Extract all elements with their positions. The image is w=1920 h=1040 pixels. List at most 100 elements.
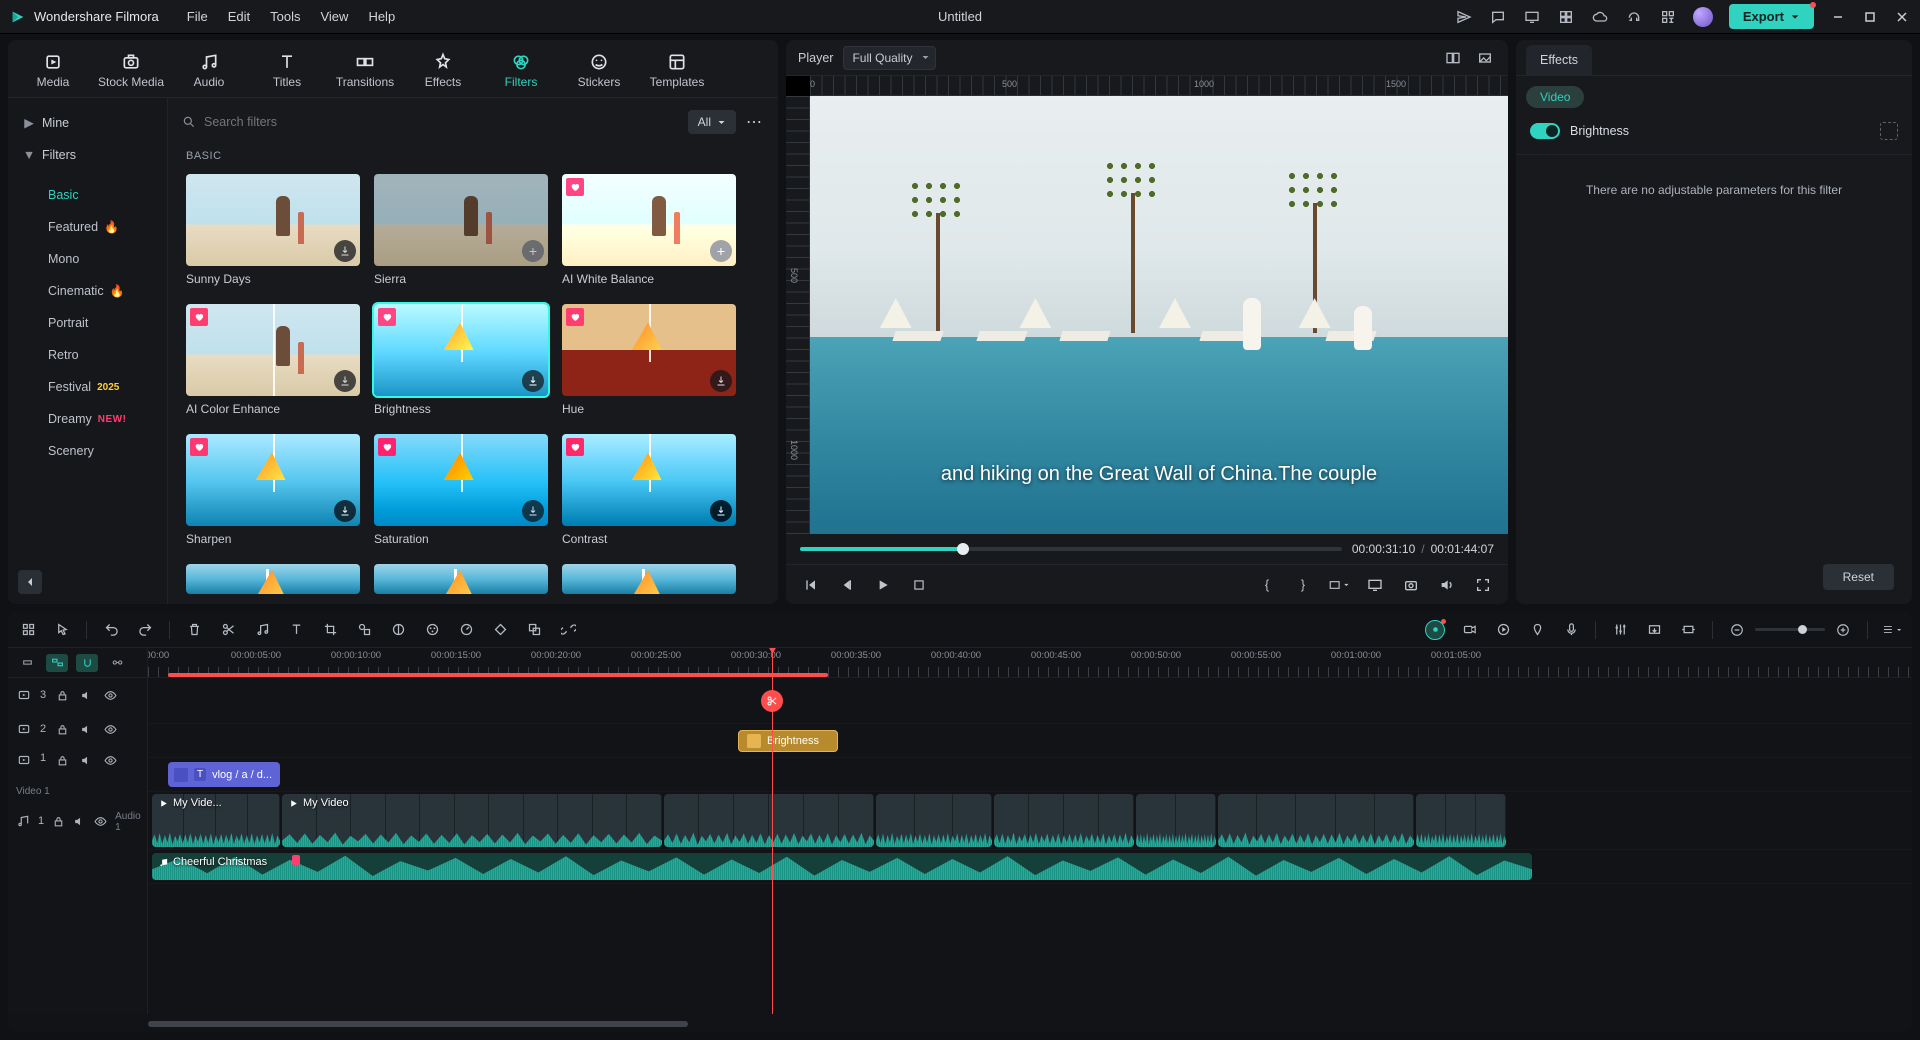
search-input[interactable]: [182, 115, 404, 129]
timeline-zoom[interactable]: [1727, 620, 1853, 640]
subcat-mono[interactable]: Mono: [8, 243, 167, 275]
qr-icon[interactable]: [1659, 8, 1677, 26]
camera-icon[interactable]: [1400, 574, 1422, 596]
track-header-v1[interactable]: 1Video 1: [8, 746, 147, 804]
filter-thumbnail[interactable]: [562, 304, 736, 396]
snapshot-view-icon[interactable]: [1474, 47, 1496, 69]
send-icon[interactable]: [1455, 8, 1473, 26]
library-icon[interactable]: [1557, 8, 1575, 26]
track-lane-v1[interactable]: My Vide...My Video: [148, 792, 1912, 850]
cut-icon[interactable]: [218, 620, 238, 640]
filter-thumbnail[interactable]: [186, 564, 360, 594]
download-icon[interactable]: [522, 370, 544, 392]
mode-single-icon[interactable]: [16, 654, 38, 672]
mute-icon[interactable]: [73, 813, 86, 829]
category-mine[interactable]: ▶Mine: [8, 106, 167, 139]
mic-icon[interactable]: [1561, 620, 1581, 640]
close-button[interactable]: [1894, 9, 1910, 25]
mode-linked-icon[interactable]: [46, 654, 68, 672]
desktop-icon[interactable]: [1523, 8, 1541, 26]
filter-thumbnail[interactable]: [374, 564, 548, 594]
track-lane-v2[interactable]: Tvlog / a / d...: [148, 758, 1912, 792]
volume-icon[interactable]: [1436, 574, 1458, 596]
prop-enable-toggle[interactable]: [1530, 123, 1560, 139]
quality-select[interactable]: Full Quality: [843, 46, 936, 70]
tab-audio[interactable]: Audio: [174, 49, 244, 97]
lock-icon[interactable]: [52, 813, 65, 829]
adjust-icon[interactable]: [388, 620, 408, 640]
subcat-basic[interactable]: Basic: [8, 179, 167, 211]
video-clip[interactable]: [1136, 794, 1216, 847]
favorite-icon[interactable]: [378, 438, 396, 456]
reset-button[interactable]: Reset: [1823, 564, 1894, 590]
video-clip[interactable]: [1416, 794, 1506, 847]
keyframe-icon[interactable]: [490, 620, 510, 640]
tab-effects[interactable]: Effects: [408, 49, 478, 97]
visibility-icon[interactable]: [102, 687, 118, 703]
tab-filters[interactable]: Filters: [486, 49, 556, 97]
split-badge-icon[interactable]: [761, 690, 783, 712]
text-icon[interactable]: [286, 620, 306, 640]
subcat-retro[interactable]: Retro: [8, 339, 167, 371]
download-icon[interactable]: [710, 370, 732, 392]
unlink-icon[interactable]: [558, 620, 578, 640]
message-icon[interactable]: [1489, 8, 1507, 26]
menu-view[interactable]: View: [320, 9, 348, 24]
download-icon[interactable]: [710, 500, 732, 522]
track-header-v3[interactable]: 3: [8, 678, 147, 712]
video-clip[interactable]: My Video: [282, 794, 662, 847]
track-view-icon[interactable]: [1882, 620, 1902, 640]
preview-frame[interactable]: and hiking on the Great Wall of China.Th…: [810, 96, 1508, 534]
tab-transitions[interactable]: Transitions: [330, 49, 400, 97]
filter-thumbnail[interactable]: [374, 434, 548, 526]
export-clip-icon[interactable]: [1644, 620, 1664, 640]
visibility-icon[interactable]: [94, 813, 107, 829]
tab-media[interactable]: Media: [18, 49, 88, 97]
step-back-button[interactable]: [836, 574, 858, 596]
grid-view-icon[interactable]: [18, 620, 38, 640]
playhead[interactable]: [772, 648, 773, 1014]
subcat-featured[interactable]: Featured 🔥: [8, 211, 167, 243]
video-clip[interactable]: [664, 794, 874, 847]
favorite-icon[interactable]: [566, 178, 584, 196]
more-menu-icon[interactable]: ⋯: [746, 112, 764, 132]
display-icon[interactable]: [1364, 574, 1386, 596]
lock-icon[interactable]: [54, 752, 70, 768]
visibility-icon[interactable]: [102, 752, 118, 768]
video-clip[interactable]: My Vide...: [152, 794, 280, 847]
mixer-icon[interactable]: [1610, 620, 1630, 640]
tab-stock[interactable]: Stock Media: [96, 49, 166, 97]
fullscreen-icon[interactable]: [1472, 574, 1494, 596]
stop-button[interactable]: [908, 574, 930, 596]
subcat-festival[interactable]: Festival 2025: [8, 371, 167, 403]
prop-reorder-handle[interactable]: [1880, 122, 1898, 140]
aspect-menu-icon[interactable]: [1328, 574, 1350, 596]
add-icon[interactable]: +: [522, 240, 544, 262]
menu-edit[interactable]: Edit: [228, 9, 250, 24]
fit-icon[interactable]: [1678, 620, 1698, 640]
seek-bar[interactable]: [800, 547, 1342, 551]
mode-ripple-icon[interactable]: [106, 654, 128, 672]
compare-view-icon[interactable]: [1442, 47, 1464, 69]
pointer-icon[interactable]: [52, 620, 72, 640]
filter-thumbnail[interactable]: [562, 564, 736, 594]
mute-icon[interactable]: [78, 721, 94, 737]
download-icon[interactable]: [522, 500, 544, 522]
chip-video[interactable]: Video: [1526, 86, 1584, 108]
tab-titles[interactable]: Titles: [252, 49, 322, 97]
favorite-icon[interactable]: [566, 438, 584, 456]
shapes-icon[interactable]: [354, 620, 374, 640]
mark-in-icon[interactable]: {: [1256, 574, 1278, 596]
tab-effects[interactable]: Effects: [1526, 45, 1592, 75]
video-clip[interactable]: [1218, 794, 1414, 847]
audio-clip[interactable]: Cheerful Christmas: [152, 853, 1532, 880]
audio-marker[interactable]: [292, 855, 300, 865]
effect-clip[interactable]: Brightness: [738, 730, 838, 752]
filter-all-pill[interactable]: All: [688, 110, 736, 134]
video-clip[interactable]: [994, 794, 1134, 847]
subcat-portrait[interactable]: Portrait: [8, 307, 167, 339]
filter-thumbnail[interactable]: [562, 434, 736, 526]
delete-icon[interactable]: [184, 620, 204, 640]
favorite-icon[interactable]: [566, 308, 584, 326]
menu-file[interactable]: File: [187, 9, 208, 24]
